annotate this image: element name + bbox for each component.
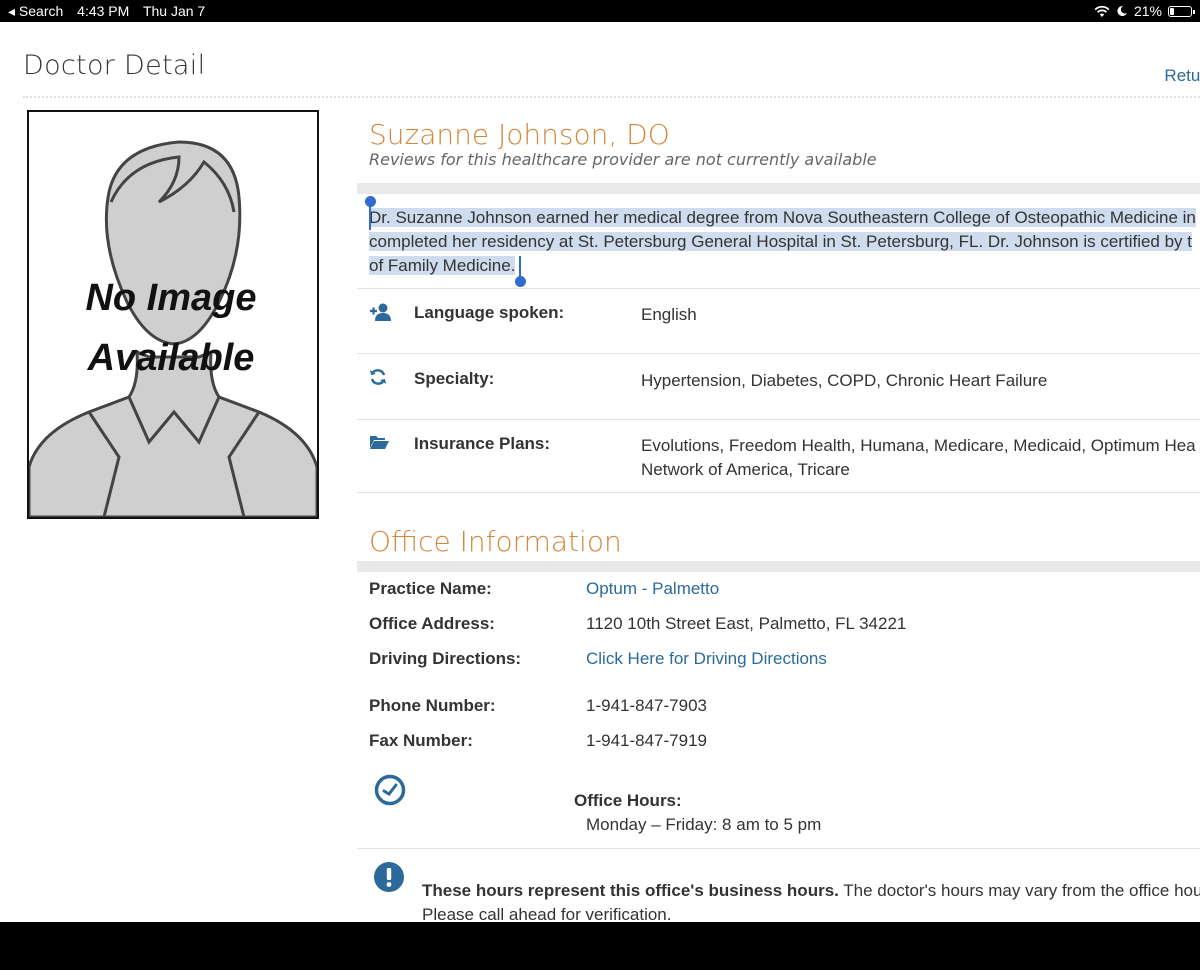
- folder-open-icon: [370, 436, 389, 449]
- reviews-note: Reviews for this healthcare provider are…: [369, 150, 877, 169]
- add-user-icon: [370, 303, 391, 321]
- doctor-photo-placeholder: No Image Available: [27, 110, 319, 519]
- fax-label: Fax Number:: [369, 731, 473, 750]
- office-hours-notice: These hours represent this office's busi…: [422, 879, 1200, 922]
- insurance-label: Insurance Plans:: [414, 434, 551, 453]
- status-date: Thu Jan 7: [142, 3, 206, 19]
- clock-icon: [374, 774, 406, 806]
- bio-line: of Family Medicine.: [369, 256, 516, 275]
- address-label: Office Address:: [369, 614, 495, 633]
- doctor-name: Suzanne Johnson, DO: [369, 118, 670, 151]
- silhouette-image: No Image Available: [29, 140, 317, 517]
- battery-fill: [1170, 7, 1174, 15]
- exclamation-icon: [374, 862, 404, 892]
- refresh-icon: [370, 369, 386, 385]
- office-hours-value: Monday – Friday: 8 am to 5 pm: [586, 815, 822, 834]
- bio-line: completed her residency at St. Petersbur…: [369, 232, 1193, 251]
- section-band: [357, 561, 1200, 572]
- battery-percent: 21%: [1133, 3, 1162, 19]
- page: Doctor Detail Retur No Image Available S…: [0, 22, 1200, 922]
- page-title: Doctor Detail: [23, 50, 206, 81]
- status-bar: ◂ Search 4:43 PM Thu Jan 7 21%: [0, 0, 1200, 22]
- practice-label: Practice Name:: [369, 579, 492, 598]
- specialty-label: Specialty:: [414, 369, 495, 388]
- selection-end-handle[interactable]: [515, 276, 526, 287]
- status-time: 4:43 PM: [77, 3, 130, 19]
- divider: [357, 288, 1200, 289]
- driving-directions-link[interactable]: Click Here for Driving Directions: [586, 649, 827, 669]
- wifi-icon: [1094, 5, 1110, 17]
- selection-start-bar: [369, 202, 371, 230]
- address-value: 1120 10th Street East, Palmetto, FL 3422…: [586, 614, 907, 633]
- divider: [357, 353, 1200, 354]
- section-band: [357, 183, 1200, 194]
- divider: [357, 419, 1200, 420]
- battery-icon: [1168, 5, 1195, 17]
- insurance-value-line2: Network of America, Tricare: [641, 460, 850, 479]
- specialty-value: Hypertension, Diabetes, COPD, Chronic He…: [641, 371, 1048, 390]
- notice-line2: Please call ahead for verification.: [422, 905, 672, 922]
- phone-label: Phone Number:: [369, 696, 496, 715]
- back-to-search-link[interactable]: ◂ Search: [8, 3, 63, 19]
- phone-value[interactable]: 1-941-847-7903: [586, 696, 707, 716]
- insurance-value: Evolutions, Freedom Health, Humana, Medi…: [641, 434, 1200, 482]
- no-image-caption-line1: No Image: [85, 277, 256, 319]
- office-hours-label: Office Hours:: [574, 791, 682, 810]
- notice-text: The doctor's hours may vary from the off…: [838, 881, 1200, 900]
- fax-value: 1-941-847-7919: [586, 731, 707, 750]
- return-link[interactable]: Retur: [1164, 66, 1200, 86]
- language-value: English: [641, 305, 697, 324]
- header-divider: [23, 96, 1200, 98]
- directions-label: Driving Directions:: [369, 649, 522, 668]
- moon-icon: [1117, 5, 1127, 16]
- no-image-caption-line2: Available: [87, 337, 255, 379]
- office-information-heading: Office Information: [369, 525, 622, 558]
- divider: [357, 848, 1200, 849]
- practice-name-link[interactable]: Optum - Palmetto: [586, 579, 719, 599]
- bottom-bezel: [0, 922, 1200, 970]
- language-label: Language spoken:: [414, 303, 565, 322]
- bio-line: Dr. Suzanne Johnson earned her medical d…: [369, 208, 1196, 227]
- insurance-value-line1: Evolutions, Freedom Health, Humana, Medi…: [641, 436, 1196, 455]
- divider: [357, 492, 1200, 493]
- doctor-bio[interactable]: Dr. Suzanne Johnson earned her medical d…: [369, 206, 1200, 278]
- notice-bold: These hours represent this office's busi…: [422, 881, 839, 900]
